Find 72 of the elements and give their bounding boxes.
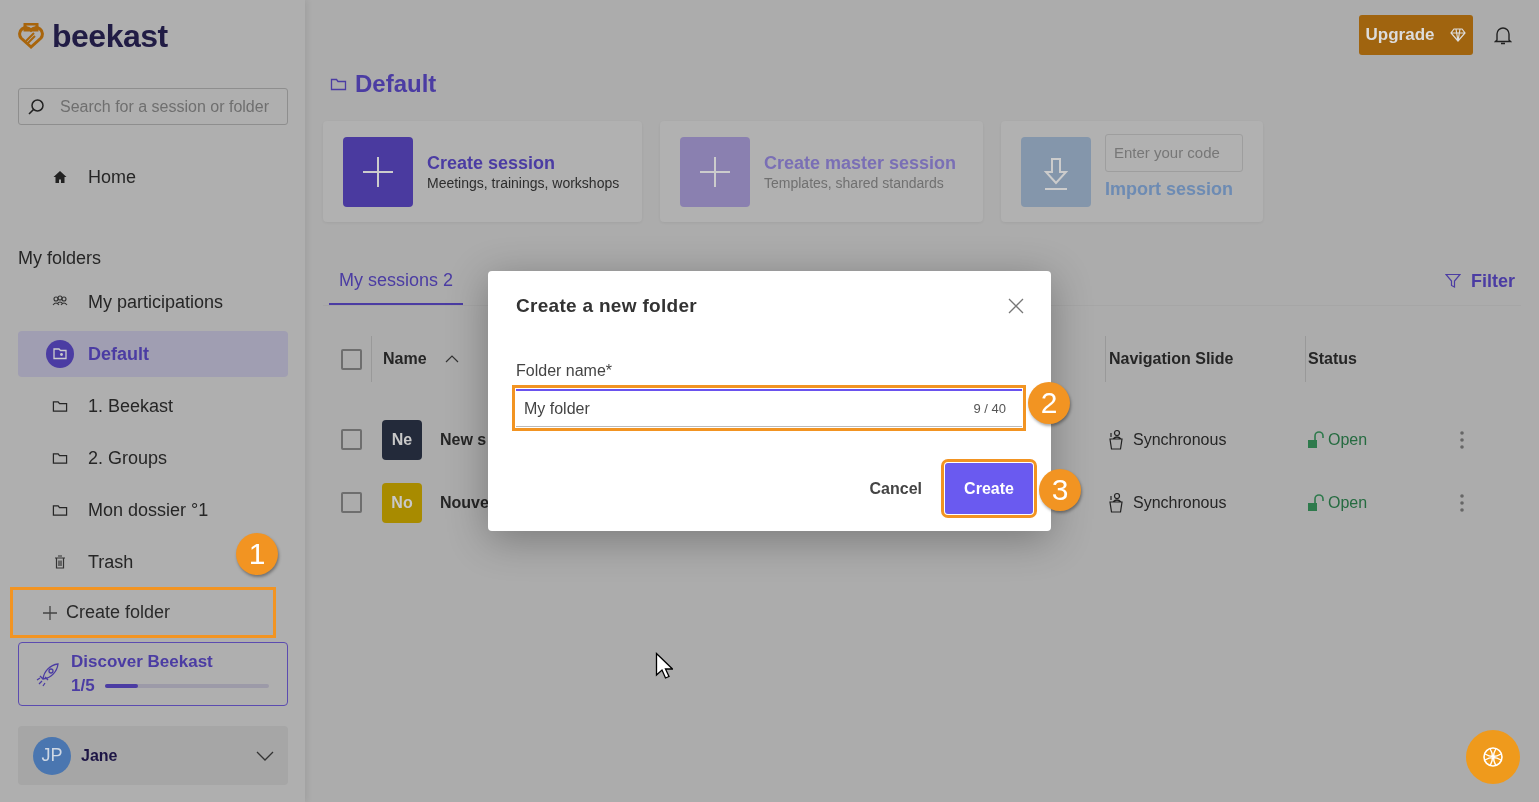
nav-item[interactable]: My participations (18, 279, 230, 325)
checkbox[interactable] (341, 492, 362, 513)
bell-icon[interactable] (1494, 24, 1512, 45)
card-subtitle: Templates, shared standards (764, 174, 945, 191)
nav-item[interactable]: Trash (18, 539, 140, 585)
card-title: Create master session (764, 152, 957, 174)
session-avatar: Ne (382, 419, 422, 460)
plus-icon (343, 136, 413, 207)
discover-title: Discover Beekast (71, 652, 214, 672)
unlocked-icon (1307, 430, 1325, 449)
column-header[interactable]: Navigation Slide (1109, 350, 1234, 368)
presenter-icon (1108, 491, 1124, 514)
progress-count: 1/5 (71, 676, 95, 696)
folder-icon (52, 450, 68, 466)
home-icon (52, 169, 68, 185)
help-button[interactable] (1466, 730, 1520, 784)
close-icon[interactable] (1008, 298, 1024, 314)
cancel-button[interactable]: Cancel (869, 471, 922, 506)
plus-icon (42, 604, 58, 621)
column-header[interactable]: Status (1308, 350, 1357, 368)
section-title: My folders (18, 248, 102, 269)
column-header[interactable]: Name (383, 350, 427, 368)
table-cell: Synchronous (1133, 430, 1227, 449)
table-cell: Synchronous (1133, 493, 1227, 512)
card-title: Create session (427, 152, 557, 174)
chevron-down-icon (256, 750, 274, 761)
create-folder-button[interactable]: Create folder (14, 591, 272, 634)
nav-item[interactable]: 1. Beekast (18, 383, 180, 429)
field-label: Folder name* (516, 362, 614, 380)
nav-item[interactable]: Home (18, 154, 142, 200)
step-badge: 3 (1039, 469, 1081, 511)
cursor-icon (655, 652, 673, 680)
search-icon (27, 98, 45, 116)
folder-icon (52, 502, 68, 518)
status-text: Open (1328, 430, 1368, 449)
step-badge: 2 (1028, 382, 1070, 424)
user-menu[interactable]: JP Jane (18, 726, 288, 785)
user-name: Jane (81, 746, 119, 765)
status-text: Open (1328, 493, 1368, 512)
presenter-icon (1108, 428, 1124, 451)
session-avatar: No (382, 482, 422, 523)
logo-icon (18, 23, 44, 49)
dialog-title: Create a new folder (516, 295, 697, 317)
nav-item[interactable]: Mon dossier °1 (18, 487, 215, 533)
filter-button[interactable]: Filter (1439, 257, 1521, 305)
logo-text: beekast (52, 17, 168, 55)
trash-icon (52, 554, 68, 570)
session-name[interactable]: Nouve (440, 493, 489, 512)
download-icon (1021, 136, 1091, 207)
character-counter: 9 / 40 (973, 401, 1006, 416)
action-card[interactable]: Create session Meetings, trainings, workshops (323, 121, 642, 222)
folder-icon (330, 76, 347, 92)
user-avatar: JP (33, 736, 71, 775)
diamond-icon (1450, 27, 1467, 42)
sort-up-icon (444, 355, 459, 363)
page-title: Default (355, 70, 437, 98)
discover-card[interactable]: Discover Beekast 1/5 (18, 642, 288, 706)
folder-icon (52, 398, 68, 414)
session-name[interactable]: New s (440, 430, 487, 449)
card-subtitle: Meetings, trainings, workshops (427, 174, 620, 191)
more-icon[interactable] (1459, 492, 1465, 513)
rocket-icon (35, 661, 61, 687)
unlocked-icon (1307, 493, 1325, 512)
plus-icon (680, 136, 750, 207)
checkbox[interactable] (341, 348, 362, 370)
tab[interactable]: My sessions 2 (329, 257, 464, 305)
more-icon[interactable] (1459, 429, 1465, 450)
checkbox[interactable] (341, 429, 362, 450)
funnel-icon (1445, 273, 1461, 289)
upgrade-button[interactable]: Upgrade (1359, 14, 1473, 55)
search-field[interactable]: Search for a session or folder (18, 88, 288, 125)
nav-item[interactable]: 2. Groups (18, 435, 174, 481)
